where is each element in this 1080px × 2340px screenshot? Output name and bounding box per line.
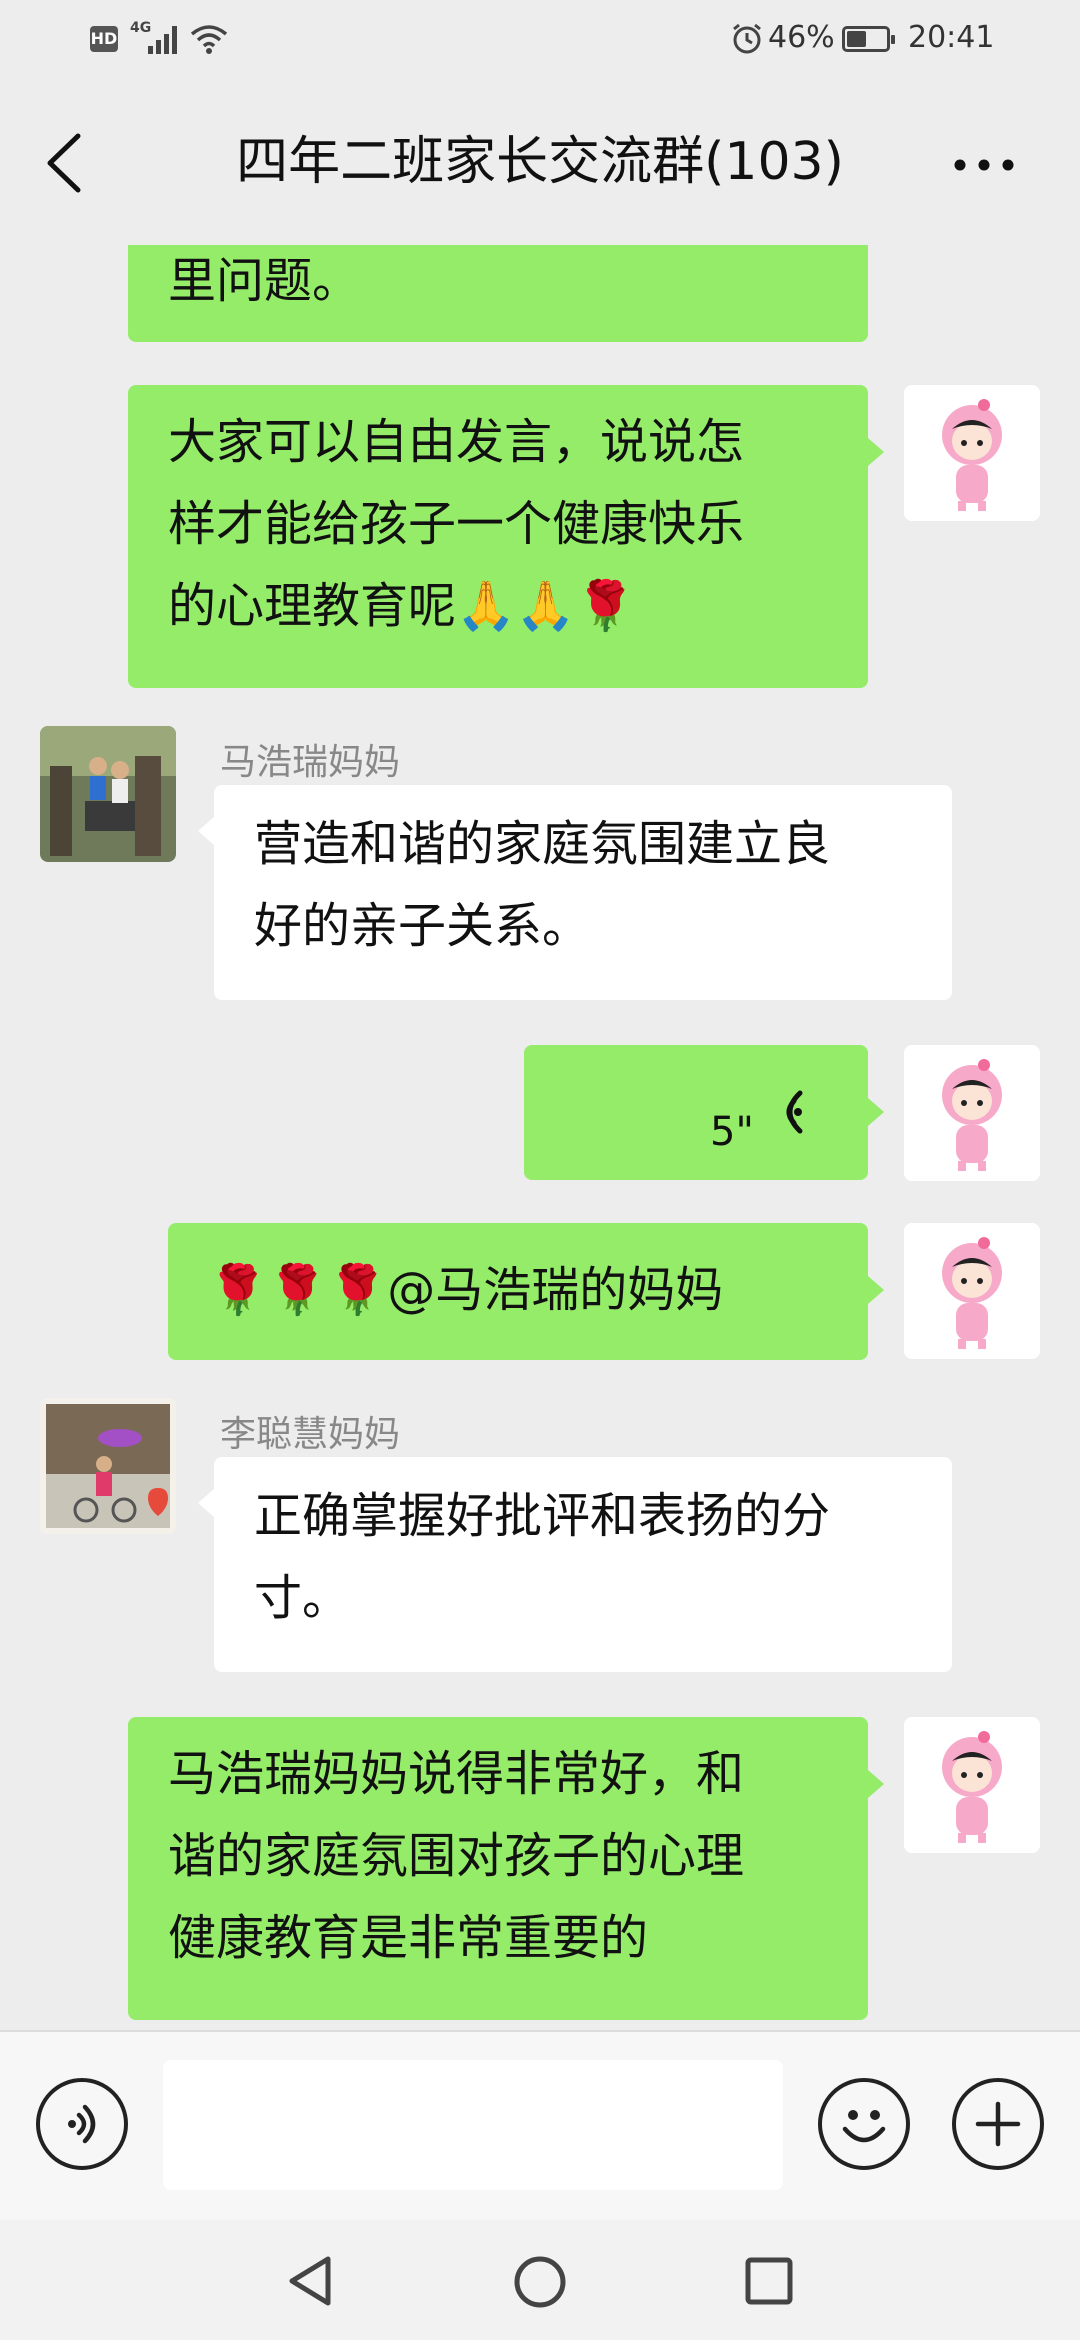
cartoon-avatar-icon <box>904 1717 1040 1853</box>
more-dots-icon[interactable] <box>950 150 1018 180</box>
clock-time: 20:41 <box>908 20 995 55</box>
message-text-line: 🌹🌹🌹@马浩瑞的妈妈 <box>208 1262 724 1318</box>
nav-home-icon[interactable] <box>512 2254 568 2310</box>
avatar-self[interactable] <box>904 385 1040 521</box>
avatar-self[interactable] <box>904 1717 1040 1853</box>
plus-icon <box>975 2101 1021 2147</box>
add-button[interactable] <box>952 2078 1044 2170</box>
message-text-line: 样才能给孩子一个健康快乐 <box>168 496 745 552</box>
message-text-line: 正确掌握好批评和表扬的分 <box>254 1488 831 1544</box>
photo-avatar-icon <box>40 726 176 862</box>
message-text-line: 健康教育是非常重要的 <box>168 1910 649 1966</box>
message-text-line: 的心理教育呢🙏🙏🌹 <box>168 578 636 634</box>
voice-icon <box>68 2104 96 2144</box>
sender-name: 李聪慧妈妈 <box>220 1414 401 1455</box>
nav-recents-icon[interactable] <box>744 2256 794 2306</box>
sender-name: 马浩瑞妈妈 <box>220 742 401 783</box>
hd-badge: HD <box>90 26 118 52</box>
message-bubble-received[interactable]: 营造和谐的家庭氛围建立良 好的亲子关系。 <box>214 785 952 1000</box>
message-bubble-sent[interactable]: 🌹🌹🌹@马浩瑞的妈妈 <box>168 1223 868 1360</box>
wifi-icon <box>190 25 228 54</box>
message-text-line: 里问题。 <box>168 253 361 309</box>
page-title: 四年二班家长交流群(103) <box>236 132 844 192</box>
message-bubble-sent[interactable]: 大家可以自由发言，说说怎 样才能给孩子一个健康快乐 的心理教育呢🙏🙏🌹 <box>128 385 868 688</box>
cartoon-avatar-icon <box>904 385 1040 521</box>
voice-duration: 5" <box>710 1109 754 1155</box>
message-list: 里问题。 大家可以自由发言，说说怎 样才能给孩子一个健康快乐 的心理教育呢🙏🙏🌹 <box>0 245 1080 2030</box>
message-bubble-sent[interactable]: 马浩瑞妈妈说得非常好，和 谐的家庭氛围对孩子的心理 健康教育是非常重要的 <box>128 1717 868 2020</box>
message-bubble-sent[interactable]: 里问题。 <box>128 245 868 342</box>
message-text-line: 马浩瑞妈妈说得非常好，和 <box>168 1746 745 1802</box>
avatar-self[interactable] <box>904 1223 1040 1359</box>
emoji-icon <box>842 2110 886 2143</box>
battery-icon <box>842 26 895 52</box>
cartoon-avatar-icon <box>904 1223 1040 1359</box>
status-bar: HD 4G 46% 20:41 <box>0 0 1080 80</box>
signal-icon <box>148 26 182 54</box>
message-bubble-received[interactable]: 正确掌握好批评和表扬的分 寸。 <box>214 1457 952 1672</box>
message-text-line: 好的亲子关系。 <box>254 898 591 954</box>
voice-wave-icon <box>786 1090 803 1134</box>
voice-message-bubble[interactable]: 5" <box>524 1045 868 1180</box>
avatar-self[interactable] <box>904 1045 1040 1181</box>
avatar-sender[interactable] <box>40 726 176 862</box>
message-text-line: 大家可以自由发言，说说怎 <box>168 414 745 470</box>
message-input[interactable] <box>163 2060 783 2190</box>
cartoon-avatar-icon <box>904 1045 1040 1181</box>
alarm-icon <box>733 23 761 54</box>
voice-mode-button[interactable] <box>36 2078 128 2170</box>
nav-back-icon[interactable] <box>284 2253 336 2309</box>
photo-avatar-icon <box>40 1398 176 1534</box>
message-text-line: 营造和谐的家庭氛围建立良 <box>254 816 831 872</box>
battery-percent: 46% <box>768 20 835 55</box>
message-text-line: 寸。 <box>254 1570 351 1626</box>
emoji-button[interactable] <box>818 2078 910 2170</box>
avatar-sender[interactable] <box>40 1398 176 1534</box>
message-text-line: 谐的家庭氛围对孩子的心理 <box>168 1828 745 1884</box>
